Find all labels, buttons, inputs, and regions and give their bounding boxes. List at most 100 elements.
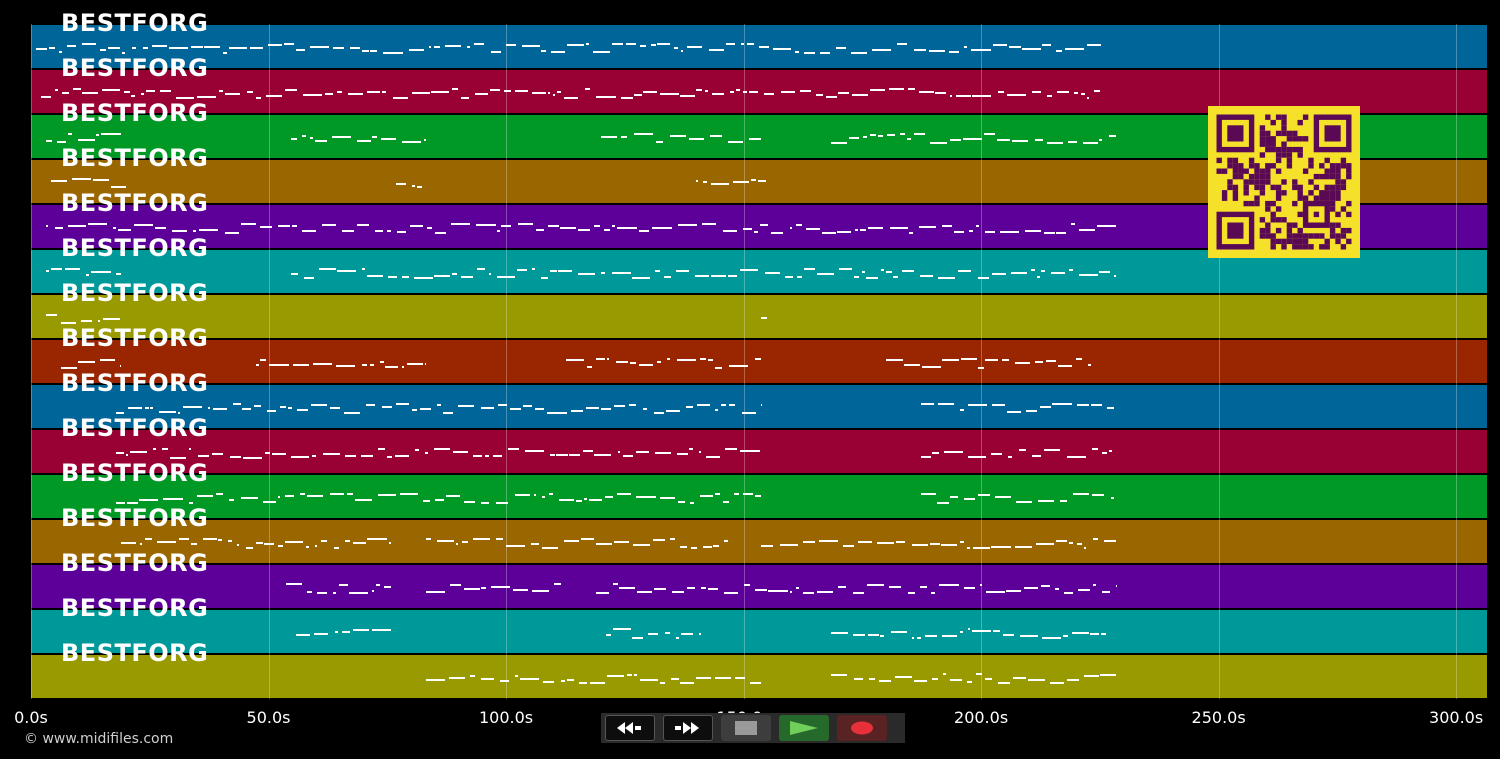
- note: [784, 276, 794, 278]
- note: [541, 50, 546, 52]
- note: [852, 592, 864, 594]
- qr-module: [1254, 179, 1260, 185]
- note: [338, 584, 349, 586]
- note: [77, 139, 96, 141]
- qr-module: [1302, 233, 1309, 239]
- note: [107, 47, 121, 49]
- note: [1031, 269, 1035, 271]
- note: [463, 588, 480, 590]
- note: [377, 494, 396, 496]
- record-button[interactable]: [837, 715, 887, 741]
- note: [1015, 546, 1033, 548]
- note: [54, 89, 59, 91]
- qr-module: [1308, 190, 1314, 196]
- note: [144, 538, 152, 540]
- playback-controls: [601, 713, 905, 743]
- note: [842, 545, 855, 547]
- track-name: BESTFORG: [61, 549, 209, 577]
- note: [907, 138, 912, 140]
- note: [446, 495, 461, 497]
- stop-button[interactable]: [721, 715, 771, 741]
- note: [831, 674, 848, 676]
- track-lane[interactable]: BESTFORG: [31, 279, 1487, 338]
- note: [979, 584, 983, 586]
- qr-module: [1238, 173, 1244, 180]
- qr-module: [1329, 222, 1336, 228]
- note: [190, 543, 197, 545]
- track-lane[interactable]: BESTFORG: [31, 639, 1487, 698]
- qr-module: [1265, 130, 1271, 137]
- note: [587, 366, 592, 368]
- note: [943, 451, 963, 453]
- rewind-button[interactable]: [605, 715, 655, 741]
- note: [1077, 543, 1083, 545]
- note: [293, 364, 309, 366]
- note: [1086, 44, 1101, 46]
- note: [616, 493, 631, 495]
- note: [188, 448, 192, 450]
- qr-module: [1232, 173, 1239, 180]
- track-lane[interactable]: BESTFORG: [31, 369, 1487, 428]
- note: [495, 502, 509, 504]
- qr-module: [1340, 227, 1347, 234]
- qr-module: [1265, 222, 1271, 228]
- track-name: BESTFORG: [61, 594, 209, 622]
- qr-module: [1265, 114, 1271, 120]
- note: [656, 43, 671, 45]
- note: [1093, 538, 1099, 540]
- track-name: BESTFORG: [61, 369, 209, 397]
- qr-code[interactable]: [1208, 106, 1360, 258]
- note: [886, 359, 903, 361]
- note: [914, 49, 927, 51]
- note: [806, 228, 821, 230]
- track-lane[interactable]: BESTFORG: [31, 504, 1487, 563]
- track-lane[interactable]: BESTFORG: [31, 594, 1487, 653]
- note: [761, 545, 773, 547]
- play-button[interactable]: [779, 715, 829, 741]
- note: [803, 541, 815, 543]
- note: [469, 675, 475, 677]
- note: [217, 539, 223, 541]
- note: [570, 410, 584, 412]
- note: [520, 678, 540, 680]
- note: [613, 405, 626, 407]
- qr-module: [1275, 184, 1282, 191]
- note: [154, 227, 166, 229]
- note: [837, 231, 851, 233]
- note: [481, 678, 494, 680]
- note: [304, 277, 315, 279]
- note: [1024, 230, 1042, 232]
- qr-module: [1346, 200, 1352, 207]
- note: [954, 231, 964, 233]
- note: [284, 541, 304, 543]
- track-lane[interactable]: BESTFORG: [31, 414, 1487, 473]
- note: [495, 538, 503, 540]
- track-lane[interactable]: BESTFORG: [31, 324, 1487, 383]
- note: [386, 456, 392, 458]
- qr-module: [1340, 157, 1347, 164]
- note: [959, 631, 964, 633]
- note: [1114, 275, 1116, 277]
- note: [334, 547, 340, 549]
- track-lane[interactable]: BESTFORG: [31, 459, 1487, 518]
- note: [726, 43, 735, 45]
- note: [517, 223, 534, 225]
- qr-module: [1270, 238, 1276, 245]
- note: [794, 51, 799, 53]
- track-lane[interactable]: BESTFORG: [31, 549, 1487, 608]
- fast-forward-button[interactable]: [663, 715, 713, 741]
- note: [1007, 411, 1022, 413]
- note: [971, 630, 991, 632]
- note: [913, 680, 928, 682]
- note: [426, 538, 432, 540]
- note: [1018, 449, 1026, 451]
- note: [855, 229, 858, 231]
- note: [236, 544, 240, 546]
- note: [417, 186, 422, 188]
- note: [678, 501, 686, 503]
- note: [670, 135, 686, 137]
- track-lane[interactable]: BESTFORG: [31, 9, 1487, 68]
- note: [178, 538, 189, 540]
- note: [614, 541, 630, 543]
- qr-module: [1346, 238, 1352, 245]
